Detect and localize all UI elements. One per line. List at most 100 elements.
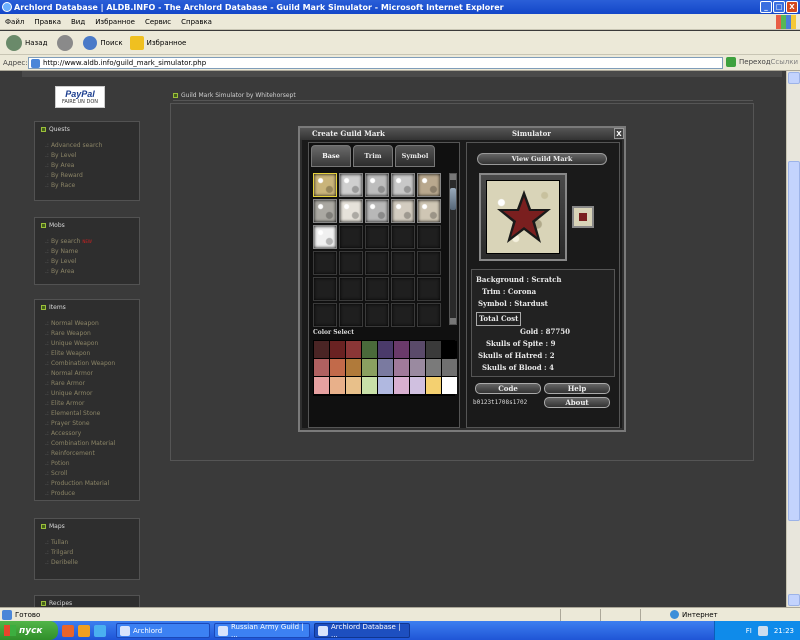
sidebar-item-deribelle[interactable]: .: Deribelle [41, 558, 133, 568]
color-swatch[interactable] [314, 377, 329, 394]
sidebar-item-quests-by-area[interactable]: .: By Area [41, 161, 133, 171]
sidebar-item-normal-armor[interactable]: .: Normal Armor [41, 369, 133, 379]
sidebar-item-elemental-stone[interactable]: .: Elemental Stone [41, 409, 133, 419]
color-swatch[interactable] [330, 359, 345, 376]
menu-favorites[interactable]: Избранное [90, 18, 140, 26]
quicklaunch-icon[interactable] [78, 624, 90, 637]
color-swatch[interactable] [362, 377, 377, 394]
texture-slot[interactable] [417, 199, 441, 223]
forward-button[interactable] [51, 34, 76, 51]
task-archlord[interactable]: Archlord [116, 623, 210, 638]
color-swatch[interactable] [442, 377, 457, 394]
menu-edit[interactable]: Правка [29, 18, 66, 26]
simulator-close-button[interactable]: X [614, 128, 624, 139]
color-swatch[interactable] [426, 377, 441, 394]
menu-file[interactable]: Файл [0, 18, 29, 26]
sidebar-item-rare-armor[interactable]: .: Rare Armor [41, 379, 133, 389]
color-swatch[interactable] [378, 377, 393, 394]
color-swatch[interactable] [362, 341, 377, 358]
color-swatch[interactable] [378, 341, 393, 358]
color-swatch[interactable] [394, 341, 409, 358]
color-swatch[interactable] [346, 341, 361, 358]
sidebar-item-tullan[interactable]: .: Tullan [41, 538, 133, 548]
sidebar-item-combination-weapon[interactable]: .: Combination Weapon [41, 359, 133, 369]
sidebar-item-rare-weapon[interactable]: .: Rare Weapon [41, 329, 133, 339]
tab-symbol[interactable]: Symbol [395, 145, 435, 167]
sidebar-item-combination-material[interactable]: .: Combination Material [41, 439, 133, 449]
close-button[interactable]: X [786, 1, 798, 13]
color-swatch[interactable] [330, 377, 345, 394]
sidebar-item-mobs-by-search[interactable]: .: By search NEW [41, 237, 133, 247]
maximize-button[interactable]: □ [773, 1, 785, 13]
sidebar-item-prayer-stone[interactable]: .: Prayer Stone [41, 419, 133, 429]
search-button[interactable]: Поиск [80, 35, 123, 50]
ie-quicklaunch-icon[interactable] [94, 624, 106, 637]
language-indicator[interactable]: FI [746, 627, 752, 635]
view-guild-mark-button[interactable]: View Guild Mark [477, 153, 607, 165]
sidebar-item-quests-by-reward[interactable]: .: By Reward [41, 171, 133, 181]
color-swatch[interactable] [362, 359, 377, 376]
sidebar-item-mobs-by-level[interactable]: .: By Level [41, 257, 133, 267]
sidebar-item-production-material[interactable]: .: Production Material [41, 479, 133, 489]
sidebar-item-normal-weapon[interactable]: .: Normal Weapon [41, 319, 133, 329]
help-button[interactable]: Help [544, 383, 610, 394]
sidebar-item-trilgard[interactable]: .: Trilgard [41, 548, 133, 558]
texture-slot[interactable] [391, 173, 415, 197]
color-swatch[interactable] [346, 359, 361, 376]
firefox-icon[interactable] [62, 624, 74, 637]
go-button[interactable]: Переход [726, 57, 771, 67]
sidebar-item-elite-weapon[interactable]: .: Elite Weapon [41, 349, 133, 359]
page-scrollbar[interactable] [786, 71, 800, 607]
texture-slot[interactable] [313, 173, 337, 197]
tab-trim[interactable]: Trim [353, 145, 393, 167]
sidebar-item-quests-by-level[interactable]: .: By Level [41, 151, 133, 161]
sidebar-item-unique-armor[interactable]: .: Unique Armor [41, 389, 133, 399]
links-label[interactable]: Ссылки [770, 58, 798, 66]
color-swatch[interactable] [346, 377, 361, 394]
sidebar-item-accessory[interactable]: .: Accessory [41, 429, 133, 439]
color-swatch[interactable] [330, 341, 345, 358]
scroll-up-arrow[interactable] [450, 174, 456, 180]
sidebar-item-elite-armor[interactable]: .: Elite Armor [41, 399, 133, 409]
back-button[interactable]: Назад [0, 34, 47, 51]
texture-slot[interactable] [365, 199, 389, 223]
color-swatch[interactable] [442, 359, 457, 376]
task-russian-army-guild[interactable]: Russian Army Guild | ... [214, 623, 310, 639]
page-scroll-thumb[interactable] [788, 161, 800, 521]
texture-slot[interactable] [313, 199, 337, 223]
about-button[interactable]: About [544, 397, 610, 408]
color-swatch[interactable] [378, 359, 393, 376]
sidebar-item-quests-by-race[interactable]: .: By Race [41, 181, 133, 191]
code-button[interactable]: Code [475, 383, 541, 394]
scroll-up-button[interactable] [788, 72, 800, 84]
texture-slot[interactable] [313, 225, 337, 249]
minimize-button[interactable]: _ [760, 1, 772, 13]
menu-tools[interactable]: Сервис [140, 18, 176, 26]
start-button[interactable]: пуск [0, 621, 58, 640]
scroll-thumb[interactable] [450, 188, 456, 210]
sidebar-item-mobs-by-area[interactable]: .: By Area [41, 267, 133, 277]
texture-slot[interactable] [339, 199, 363, 223]
sidebar-item-scroll[interactable]: .: Scroll [41, 469, 133, 479]
color-swatch[interactable] [314, 341, 329, 358]
sidebar-item-mobs-by-name[interactable]: .: By Name [41, 247, 133, 257]
color-swatch[interactable] [314, 359, 329, 376]
color-swatch[interactable] [426, 359, 441, 376]
texture-slot[interactable] [339, 173, 363, 197]
color-swatch[interactable] [410, 359, 425, 376]
sidebar-item-advanced-search[interactable]: .: Advanced search [41, 141, 133, 151]
menu-view[interactable]: Вид [66, 18, 90, 26]
color-swatch[interactable] [394, 377, 409, 394]
texture-slot[interactable] [365, 173, 389, 197]
address-input[interactable]: http://www.aldb.info/guild_mark_simulato… [28, 57, 723, 69]
favorites-button[interactable]: Избранное [127, 35, 186, 50]
sidebar-item-reinforcement[interactable]: .: Reinforcement [41, 449, 133, 459]
menu-help[interactable]: Справка [176, 18, 217, 26]
scroll-down-button[interactable] [788, 594, 800, 606]
color-swatch[interactable] [426, 341, 441, 358]
network-icon[interactable] [757, 625, 768, 636]
color-swatch[interactable] [442, 341, 457, 358]
color-swatch[interactable] [410, 341, 425, 358]
task-archlord-database[interactable]: Archlord Database | ... [314, 623, 410, 639]
texture-slot[interactable] [417, 173, 441, 197]
